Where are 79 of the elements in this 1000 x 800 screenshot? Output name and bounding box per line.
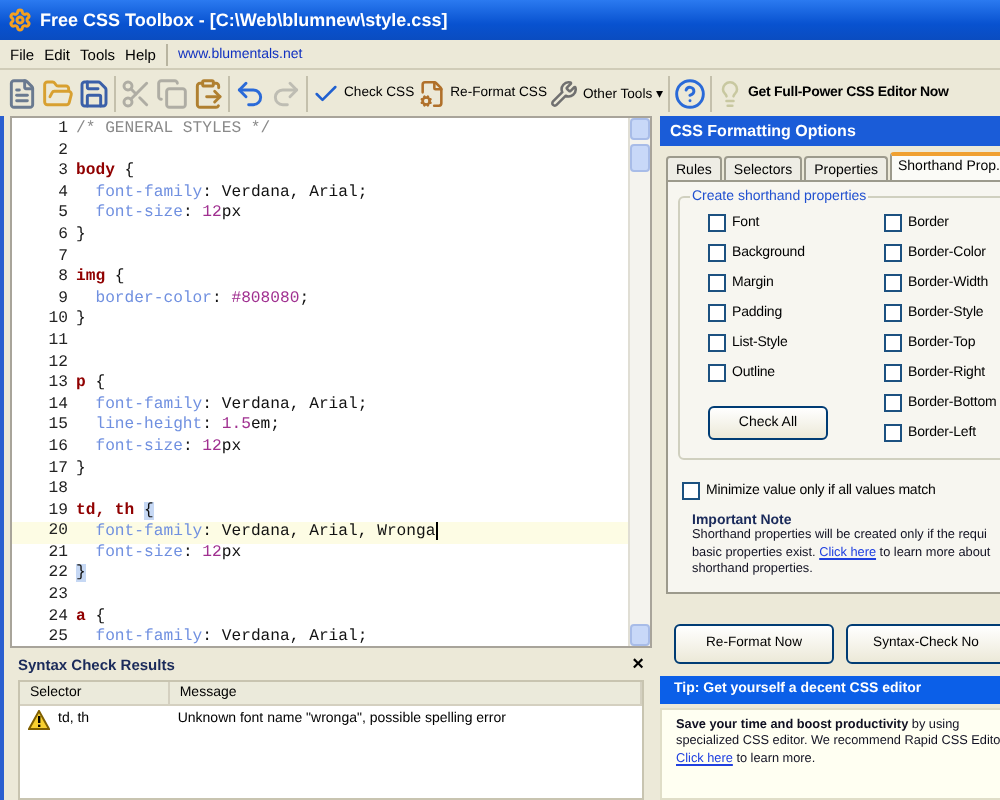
line-number: 21 <box>46 543 70 565</box>
folder-icon <box>42 77 74 109</box>
paste-icon <box>192 77 224 109</box>
code-line: font-family: Verdana, Arial; <box>93 628 368 646</box>
line-number: 17 <box>46 459 70 481</box>
checkbox[interactable] <box>884 423 902 441</box>
line-number: 13 <box>46 374 70 396</box>
help-button[interactable] <box>674 75 707 111</box>
scrollbar[interactable] <box>628 118 650 646</box>
line-number: 15 <box>46 416 70 438</box>
line-number: 8 <box>56 268 70 290</box>
line-number: 12 <box>46 353 70 375</box>
line-number: 1 <box>56 120 70 142</box>
paste-button[interactable] <box>192 75 224 111</box>
code-line: /* GENERAL STYLES */ <box>76 120 271 142</box>
checkbox[interactable] <box>708 303 726 321</box>
checkbox[interactable] <box>884 303 902 321</box>
code-line: border-color: #808080; <box>93 289 310 311</box>
checkbox[interactable] <box>708 363 726 381</box>
panel-title: CSS Formatting Options <box>660 116 1000 146</box>
line-number: 19 <box>46 501 70 523</box>
app-icon <box>8 8 32 32</box>
code-line: font-family: Verdana, Arial, Wronga <box>93 522 438 544</box>
window-title: Free CSS Toolbox - [C:\Web\blumnew\style.css] <box>40 10 448 30</box>
line-number: 25 <box>46 628 70 646</box>
line-number: 2 <box>56 141 70 163</box>
line-number: 14 <box>46 395 70 417</box>
line-number: 20 <box>46 522 70 544</box>
checkbox[interactable] <box>884 213 902 231</box>
code-line: } <box>76 459 86 481</box>
code-line: a { <box>76 607 106 628</box>
line-number: 23 <box>46 586 70 608</box>
undo-icon <box>234 77 266 109</box>
line-number: 24 <box>46 607 70 629</box>
new-file-button[interactable] <box>6 75 38 111</box>
checkbox[interactable] <box>884 333 902 351</box>
save-icon <box>78 77 110 109</box>
checkbox[interactable] <box>884 393 902 411</box>
scissors-icon <box>120 77 152 109</box>
line-number: 3 <box>56 162 70 184</box>
code-line: td, th { <box>76 501 154 523</box>
line-number: 22 <box>46 564 70 587</box>
line-number: 18 <box>46 480 70 502</box>
checkbox[interactable] <box>682 481 700 499</box>
checkbox[interactable] <box>884 243 902 261</box>
checkbox[interactable] <box>708 273 726 291</box>
line-number: 10 <box>46 310 70 332</box>
wrench-icon <box>550 79 579 107</box>
code-line: p { <box>76 374 106 396</box>
code-line: line-height: 1.5em; <box>93 416 281 438</box>
code-line: font-family: Verdana, Arial; <box>93 183 368 204</box>
line-number: 7 <box>56 247 70 269</box>
copy-icon <box>156 77 188 109</box>
checkbox[interactable] <box>708 213 726 231</box>
checkbox[interactable] <box>708 333 726 351</box>
code-line: font-size: 12px <box>93 204 242 226</box>
line-number: 4 <box>56 183 70 205</box>
code-line: body { <box>76 162 135 184</box>
checkbox[interactable] <box>708 243 726 261</box>
save-button[interactable] <box>78 75 110 111</box>
line-number: 5 <box>56 204 70 226</box>
code-line: img { <box>76 268 125 290</box>
code-line: font-size: 12px <box>93 437 242 459</box>
line-number: 11 <box>46 331 70 354</box>
code-line: font-size: 12px <box>93 543 242 565</box>
checkbox[interactable] <box>884 273 902 291</box>
new-file-icon <box>6 77 38 109</box>
close-button[interactable]: × <box>632 653 644 675</box>
checkbox[interactable] <box>884 363 902 381</box>
line-number: 16 <box>46 437 70 459</box>
code-line: } <box>76 225 86 248</box>
code-line: } <box>76 310 86 332</box>
help-icon <box>674 77 707 109</box>
line-number: 9 <box>56 289 70 311</box>
redo-icon <box>270 77 302 109</box>
code-line: font-family: Verdana, Arial; <box>93 395 368 416</box>
warning-icon <box>28 709 50 729</box>
line-number: 6 <box>56 225 70 248</box>
document-gear-icon <box>418 79 447 107</box>
